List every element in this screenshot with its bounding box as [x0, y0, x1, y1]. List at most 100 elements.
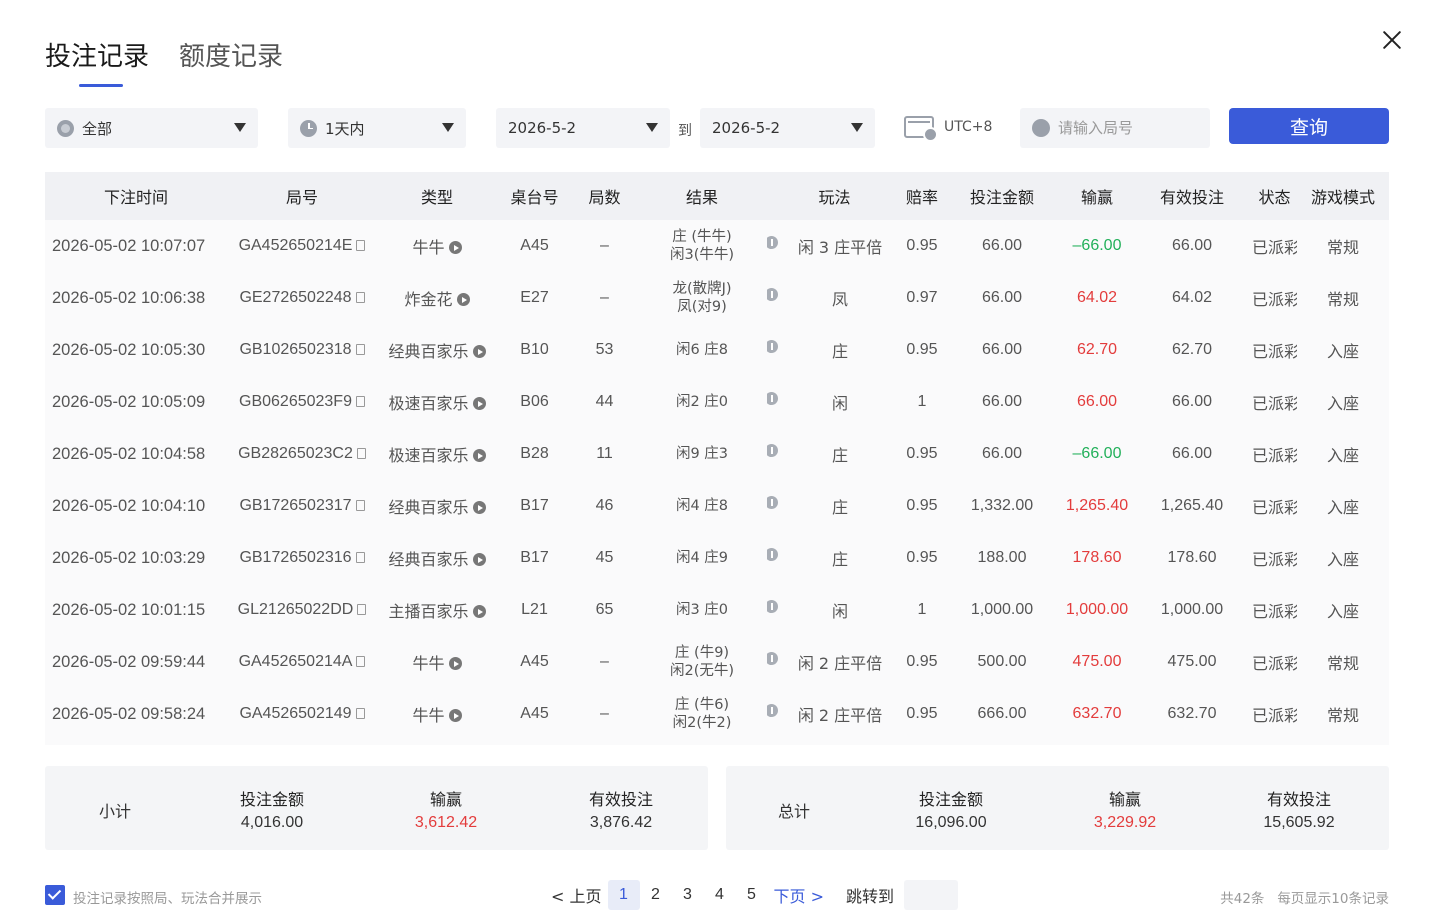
play-replay-icon[interactable] [448, 709, 462, 722]
play-replay-icon[interactable] [448, 657, 462, 670]
bet-time: 2026-05-02 09:59:44 [52, 652, 206, 671]
type-cell: 牛牛 [377, 636, 497, 688]
odds: 0.95 [906, 341, 938, 358]
play-replay-icon[interactable] [472, 605, 486, 618]
result-cell: 闲4 庄9 [637, 532, 767, 584]
table-row[interactable]: 2026-05-02 10:01:15 GL21265022DD 主播百家乐 L21 6… [45, 584, 1389, 636]
table-row[interactable]: 2026-05-02 10:05:30 GB1026502318 经典百家乐 B10 5… [45, 324, 1389, 376]
info-icon[interactable] [767, 236, 778, 249]
round-id: GL21265022DD [237, 601, 354, 618]
page-5-button[interactable]: 5 [736, 880, 768, 910]
type-cell: 经典百家乐 [377, 480, 497, 532]
status: 已派彩 [1252, 706, 1297, 725]
total-win: 输赢 3,229.92 [1055, 786, 1195, 832]
table-row[interactable]: 2026-05-02 10:05:09 GB06265023F9 极速百家乐 B06 4… [45, 376, 1389, 428]
copy-icon[interactable] [355, 708, 365, 719]
tab-credit-records[interactable]: 额度记录 [179, 36, 283, 79]
game-icon [57, 119, 74, 137]
copy-icon[interactable] [355, 344, 365, 355]
info-icon[interactable] [767, 340, 778, 353]
copy-icon[interactable] [356, 240, 366, 251]
info-icon[interactable] [767, 652, 778, 665]
bet-time: 2026-05-02 10:05:30 [52, 340, 206, 359]
total-bet: 投注金额 16,096.00 [881, 786, 1021, 832]
date-to-select[interactable]: 2026-5-2 [700, 108, 875, 148]
caret-down-icon [234, 123, 246, 132]
copy-icon[interactable] [356, 448, 366, 459]
prev-page-button[interactable]: < 上页 [551, 883, 602, 907]
jump-page-input[interactable] [904, 880, 959, 910]
table-row[interactable]: 2026-05-02 10:04:58 GB28265023C2 极速百家乐 B28 1… [45, 428, 1389, 480]
tab-bet-records[interactable]: 投注记录 [45, 36, 149, 87]
merge-checkbox[interactable] [45, 885, 65, 905]
table-row[interactable]: 2026-05-02 10:03:29 GB1726502316 经典百家乐 B17 4… [45, 532, 1389, 584]
round-id: GB06265023F9 [239, 393, 352, 410]
page-2-button[interactable]: 2 [640, 880, 672, 910]
round-id: GE2726502248 [239, 289, 352, 306]
round-count: 65 [595, 601, 614, 618]
clock-icon [300, 119, 317, 137]
copy-icon[interactable] [355, 292, 365, 303]
info-icon[interactable] [767, 392, 778, 405]
table-row[interactable]: 2026-05-02 10:04:10 GB1726502317 经典百家乐 B17 4… [45, 480, 1389, 532]
type-cell: 经典百家乐 [377, 324, 497, 376]
game-type-select[interactable]: 全部 [45, 108, 258, 148]
play-replay-icon[interactable] [456, 293, 470, 306]
close-icon[interactable] [1378, 26, 1406, 54]
play-replay-icon[interactable] [448, 241, 462, 254]
header-play: 玩法 [818, 188, 851, 207]
caret-down-icon [442, 123, 454, 132]
play-replay-icon[interactable] [472, 501, 486, 514]
type-cell: 极速百家乐 [377, 428, 497, 480]
play-replay-icon[interactable] [472, 397, 486, 410]
win-loss: 632.70 [1072, 705, 1122, 722]
table-row[interactable]: 2026-05-02 10:06:38 GE2726502248 炸金花 E27 – 龙(… [45, 272, 1389, 324]
info-icon[interactable] [767, 444, 778, 457]
copy-icon[interactable] [355, 552, 365, 563]
page-1-button[interactable]: 1 [607, 880, 640, 910]
round-cell: GA452650214E [227, 220, 377, 272]
bet-time: 2026-05-02 10:04:10 [52, 496, 206, 515]
game-type: 极速百家乐 [388, 394, 469, 413]
play-replay-icon[interactable] [472, 449, 486, 462]
odds: 0.95 [906, 705, 938, 722]
table-row[interactable]: 2026-05-02 09:59:44 GA452650214A 牛牛 A45 – 庄 (… [45, 636, 1389, 688]
page-3-button[interactable]: 3 [672, 880, 704, 910]
odds: 1 [917, 393, 927, 410]
header-valid: 有效投注 [1159, 188, 1224, 207]
table-row[interactable]: 2026-05-02 09:58:24 GA4526502149 牛牛 A45 – 庄 (… [45, 688, 1389, 740]
play-replay-icon[interactable] [472, 553, 486, 566]
total-bet-label: 投注金额 [918, 790, 983, 809]
date-from-select[interactable]: 2026-5-2 [496, 108, 670, 148]
table-no: A45 [520, 653, 549, 670]
table-header-row: 下注时间 局号 类型 桌台号 局数 结果 玩法 赔率 投注金额 输赢 有效投注 … [45, 172, 1389, 220]
valid-bet: 62.70 [1171, 341, 1213, 358]
info-icon[interactable] [767, 600, 778, 613]
table-row[interactable]: 2026-05-02 10:07:07 GA452650214E 牛牛 A45 – 庄 (… [45, 220, 1389, 272]
copy-icon[interactable] [355, 396, 365, 407]
round-cell: GB1726502317 [227, 480, 377, 532]
table-no: B28 [520, 445, 549, 462]
result-line-1: 庄 (牛9) [674, 645, 730, 661]
play-replay-icon[interactable] [472, 345, 486, 358]
round-cell: GB1026502318 [227, 324, 377, 376]
total-valid: 有效投注 15,605.92 [1229, 786, 1369, 832]
round-search-input[interactable] [1058, 119, 1198, 137]
page-4-button[interactable]: 4 [704, 880, 736, 910]
copy-icon[interactable] [356, 656, 366, 667]
round-cell: GB06265023F9 [227, 376, 377, 428]
period-select[interactable]: 1天内 [288, 108, 466, 148]
win-loss: 1,000.00 [1065, 601, 1129, 618]
info-icon[interactable] [767, 288, 778, 301]
info-icon[interactable] [767, 548, 778, 561]
result-line-2: 闲3(牛牛) [669, 247, 735, 263]
info-icon[interactable] [767, 704, 778, 717]
query-button[interactable]: 查询 [1229, 108, 1389, 144]
copy-icon[interactable] [355, 500, 365, 511]
next-page-button[interactable]: 下页 > [774, 883, 825, 907]
play-type: 闲 [831, 394, 848, 413]
info-icon[interactable] [767, 496, 778, 509]
copy-icon[interactable] [357, 604, 367, 615]
table-no: L21 [521, 601, 548, 618]
result-line-1: 闲2 庄0 [675, 394, 729, 410]
